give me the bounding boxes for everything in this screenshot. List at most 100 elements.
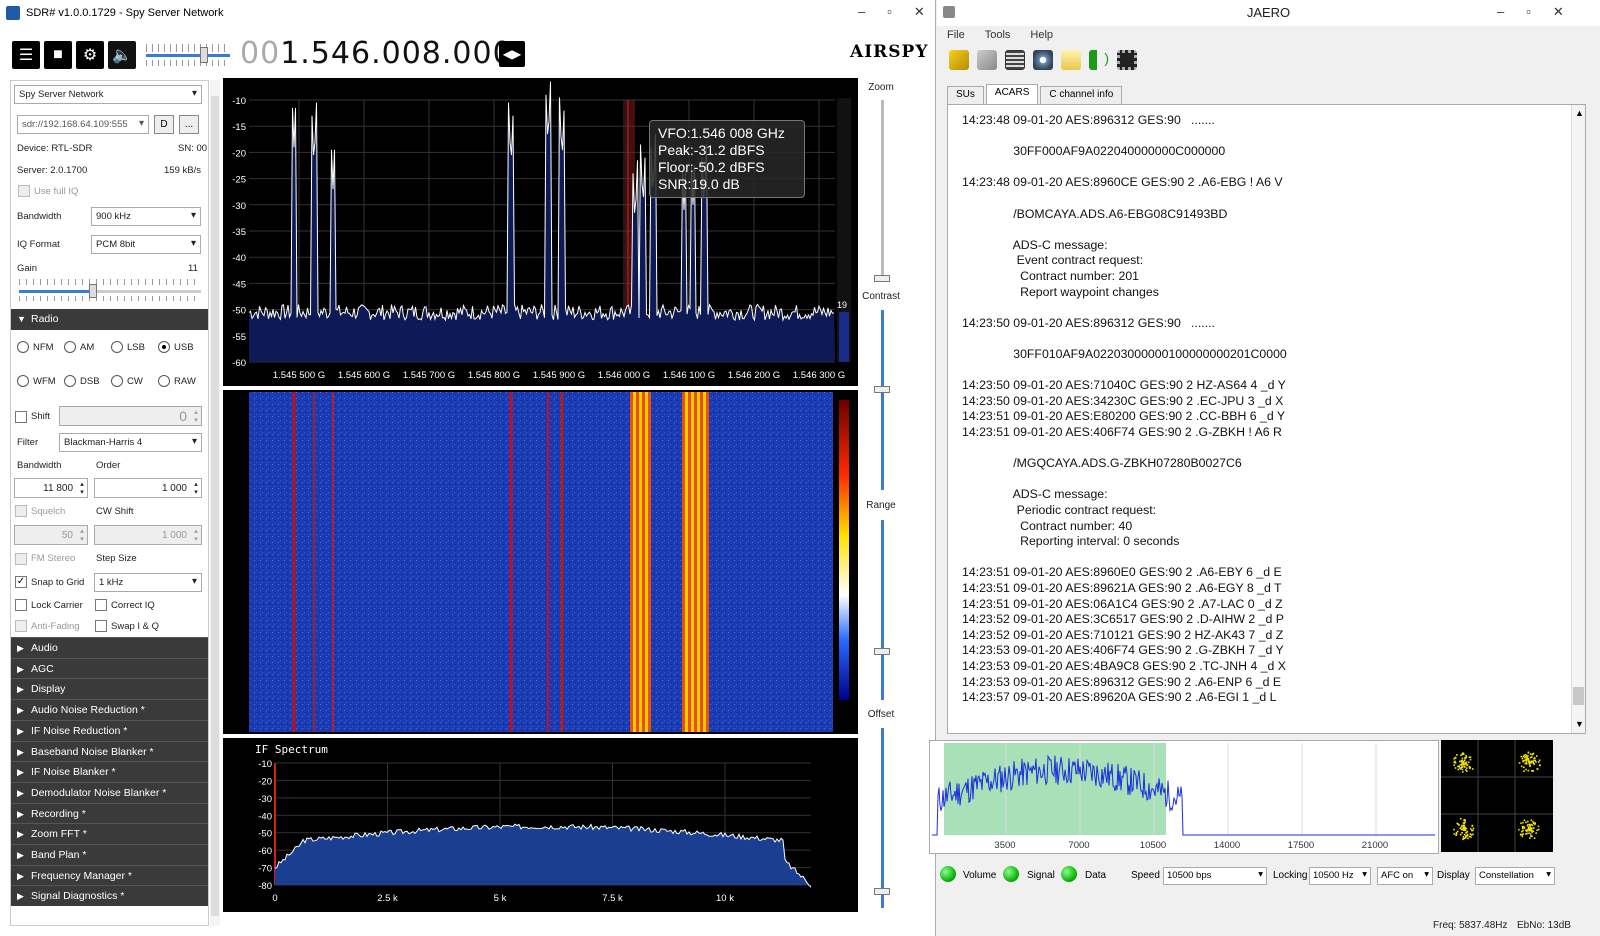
section-band-plan[interactable]: ▶ Band Plan * (11, 844, 208, 865)
range-slider-thumb[interactable] (874, 648, 890, 655)
locking-select[interactable]: 10500 Hz (1309, 867, 1371, 885)
control-panel-scrollbar[interactable] (210, 80, 220, 926)
mode-radio-wfm[interactable] (17, 375, 29, 387)
zoom-slider[interactable] (881, 100, 884, 280)
speaker-icon[interactable]: 🔈 (108, 41, 136, 69)
speed-select[interactable]: 10500 bps (1163, 867, 1267, 885)
source-bandwidth-select[interactable]: 900 kHz (91, 207, 201, 226)
display-select[interactable]: Constellation (1475, 867, 1555, 885)
snap-to-grid-checkbox[interactable]: ✓ (15, 576, 27, 588)
scroll-up-icon[interactable]: ▲ (1575, 108, 1584, 118)
modem-icon[interactable] (1005, 50, 1025, 70)
volume-slider-thumb[interactable] (200, 47, 208, 63)
section-recording[interactable]: ▶ Recording * (11, 802, 208, 824)
section-baseband-noise-blanker[interactable]: ▶ Baseband Noise Blanker * (11, 740, 208, 762)
if-spectrum[interactable]: -10 -20 -30 -40 -50 -60 -70 -80 0 2.5 k 5 k 7.5 k 10… (223, 738, 858, 912)
section-if-noise-blanker[interactable]: ▶ IF Noise Blanker * (11, 761, 208, 783)
close-icon[interactable]: ✕ (914, 4, 925, 20)
zoom-slider-thumb[interactable] (874, 275, 890, 282)
waterfall-signal-trace (560, 392, 564, 732)
sdr-titlebar: SDR# v1.0.0.1729 - Spy Server Network (0, 0, 935, 26)
tab-c-channel-info[interactable]: C channel info (1040, 86, 1123, 104)
stop-icon[interactable]: ■ (44, 41, 72, 69)
afc-select[interactable]: AFC on (1377, 867, 1433, 885)
menu-tools[interactable]: Tools (985, 29, 1011, 41)
mode-radio-nfm[interactable] (17, 341, 29, 353)
swap-iq-checkbox[interactable] (95, 620, 107, 632)
notepad-icon[interactable] (1061, 50, 1081, 70)
offset-slider-thumb[interactable] (874, 888, 890, 895)
close-icon[interactable]: ✕ (1553, 4, 1564, 20)
section-display[interactable]: ▶ Display (11, 678, 208, 700)
acars-log-scrollbar[interactable]: ▲ ▼ (1571, 105, 1585, 733)
minimize-icon[interactable]: – (1497, 4, 1504, 20)
range-slider[interactable] (881, 520, 884, 700)
source-select[interactable]: Spy Server Network (14, 85, 202, 104)
section-audio-noise-reduction[interactable]: ▶ Audio Noise Reduction * (11, 699, 208, 721)
gain-slider[interactable] (19, 279, 201, 303)
cw-shift-input[interactable]: 1 000 (94, 525, 202, 545)
squelch-input[interactable]: 50 (14, 525, 88, 545)
mode-radio-cw[interactable] (111, 375, 123, 387)
menu-icon[interactable]: ☰ (12, 41, 40, 69)
offset-slider[interactable] (881, 728, 884, 908)
filter-select[interactable]: Blackman-Harris 4 (59, 433, 202, 452)
server-uri-input[interactable]: sdr://192.168.64.109:555 (17, 115, 149, 134)
frequency-shift-arrows-icon[interactable]: ◀▶ (499, 41, 525, 67)
contrast-slider-thumb[interactable] (874, 386, 890, 393)
scroll-down-icon[interactable]: ▼ (1575, 719, 1584, 729)
demod-spectrum[interactable]: 3500 7000 10500 14000 17500 21000 (929, 740, 1439, 854)
section-signal-diagnostics[interactable]: ▶ Signal Diagnostics * (11, 885, 208, 907)
shift-input[interactable]: 0 (59, 406, 202, 426)
tab-acars[interactable]: ACARS (985, 84, 1039, 104)
contrast-slider[interactable] (881, 310, 884, 490)
gear-icon[interactable]: ⚙ (76, 41, 104, 69)
mode-radio-dsb[interactable] (64, 375, 76, 387)
filter-order-input[interactable]: 1 000 (94, 478, 202, 498)
section-if-noise-reduction[interactable]: ▶ IF Noise Reduction * (11, 719, 208, 741)
anti-fading-checkbox[interactable] (15, 620, 27, 632)
satellite-icon[interactable] (977, 50, 997, 70)
chip-icon[interactable] (1117, 50, 1137, 70)
maximize-icon[interactable]: ▫ (887, 4, 892, 20)
spectrum-analyzer[interactable]: -10 -15 -20 -25 -30 -35 -40 -45 -50 -55 -60 1.545 5… (223, 78, 858, 386)
mode-radio-raw[interactable] (158, 375, 170, 387)
section-audio[interactable]: ▶ Audio (11, 637, 208, 658)
shift-checkbox[interactable] (15, 411, 27, 423)
more-button[interactable]: ... (179, 115, 199, 134)
mode-radio-usb[interactable] (158, 341, 170, 353)
tab-sus[interactable]: SUs (947, 86, 984, 104)
fm-stereo-checkbox[interactable] (15, 553, 27, 565)
section-radio[interactable]: ▼ Radio (11, 309, 208, 330)
filter-bandwidth-input[interactable]: 11 800 (14, 478, 88, 498)
section-zoom-fft[interactable]: ▶ Zoom FFT * (11, 823, 208, 845)
section-frequency-manager[interactable]: ▶ Frequency Manager * (11, 864, 208, 886)
mode-radio-am[interactable] (64, 341, 76, 353)
acars-log-scrollbar-thumb[interactable] (1573, 687, 1584, 705)
correct-iq-checkbox[interactable] (95, 599, 107, 611)
gear-icon[interactable] (1033, 50, 1053, 70)
section-demodulator-noise-blanker[interactable]: ▶ Demodulator Noise Blanker * (11, 781, 208, 803)
waterfall-display[interactable] (223, 390, 858, 734)
step-size-select[interactable]: 1 kHz (94, 573, 202, 592)
volume-slider[interactable] (146, 41, 230, 69)
menu-file[interactable]: File (947, 29, 965, 41)
lock-carrier-checkbox[interactable] (15, 599, 27, 611)
maximize-icon[interactable]: ▫ (1526, 4, 1531, 20)
squelch-checkbox[interactable] (15, 505, 27, 517)
section-agc[interactable]: ▶ AGC (11, 657, 208, 679)
mode-radio-lsb[interactable] (111, 341, 123, 353)
gain-slider-thumb[interactable] (89, 284, 97, 298)
menu-help[interactable]: Help (1030, 29, 1053, 41)
control-panel-scrollbar-thumb[interactable] (211, 96, 219, 916)
iq-format-select[interactable]: PCM 8bit (91, 235, 201, 254)
acars-log[interactable]: 14:23:48 09-01-20 AES:896312 GES:90 ....… (947, 104, 1586, 734)
frequency-display[interactable]: 001.546.008.000 (240, 36, 513, 71)
broom-icon[interactable] (949, 50, 969, 70)
expand-triangle-icon: ▶ (17, 746, 24, 757)
use-full-iq-checkbox[interactable] (18, 185, 30, 197)
speaker-icon[interactable]: ) (1089, 50, 1109, 70)
minimize-icon[interactable]: – (858, 4, 865, 20)
frequency-value[interactable]: 1.546.008.000 (280, 36, 512, 71)
connect-button[interactable]: D (154, 115, 174, 134)
